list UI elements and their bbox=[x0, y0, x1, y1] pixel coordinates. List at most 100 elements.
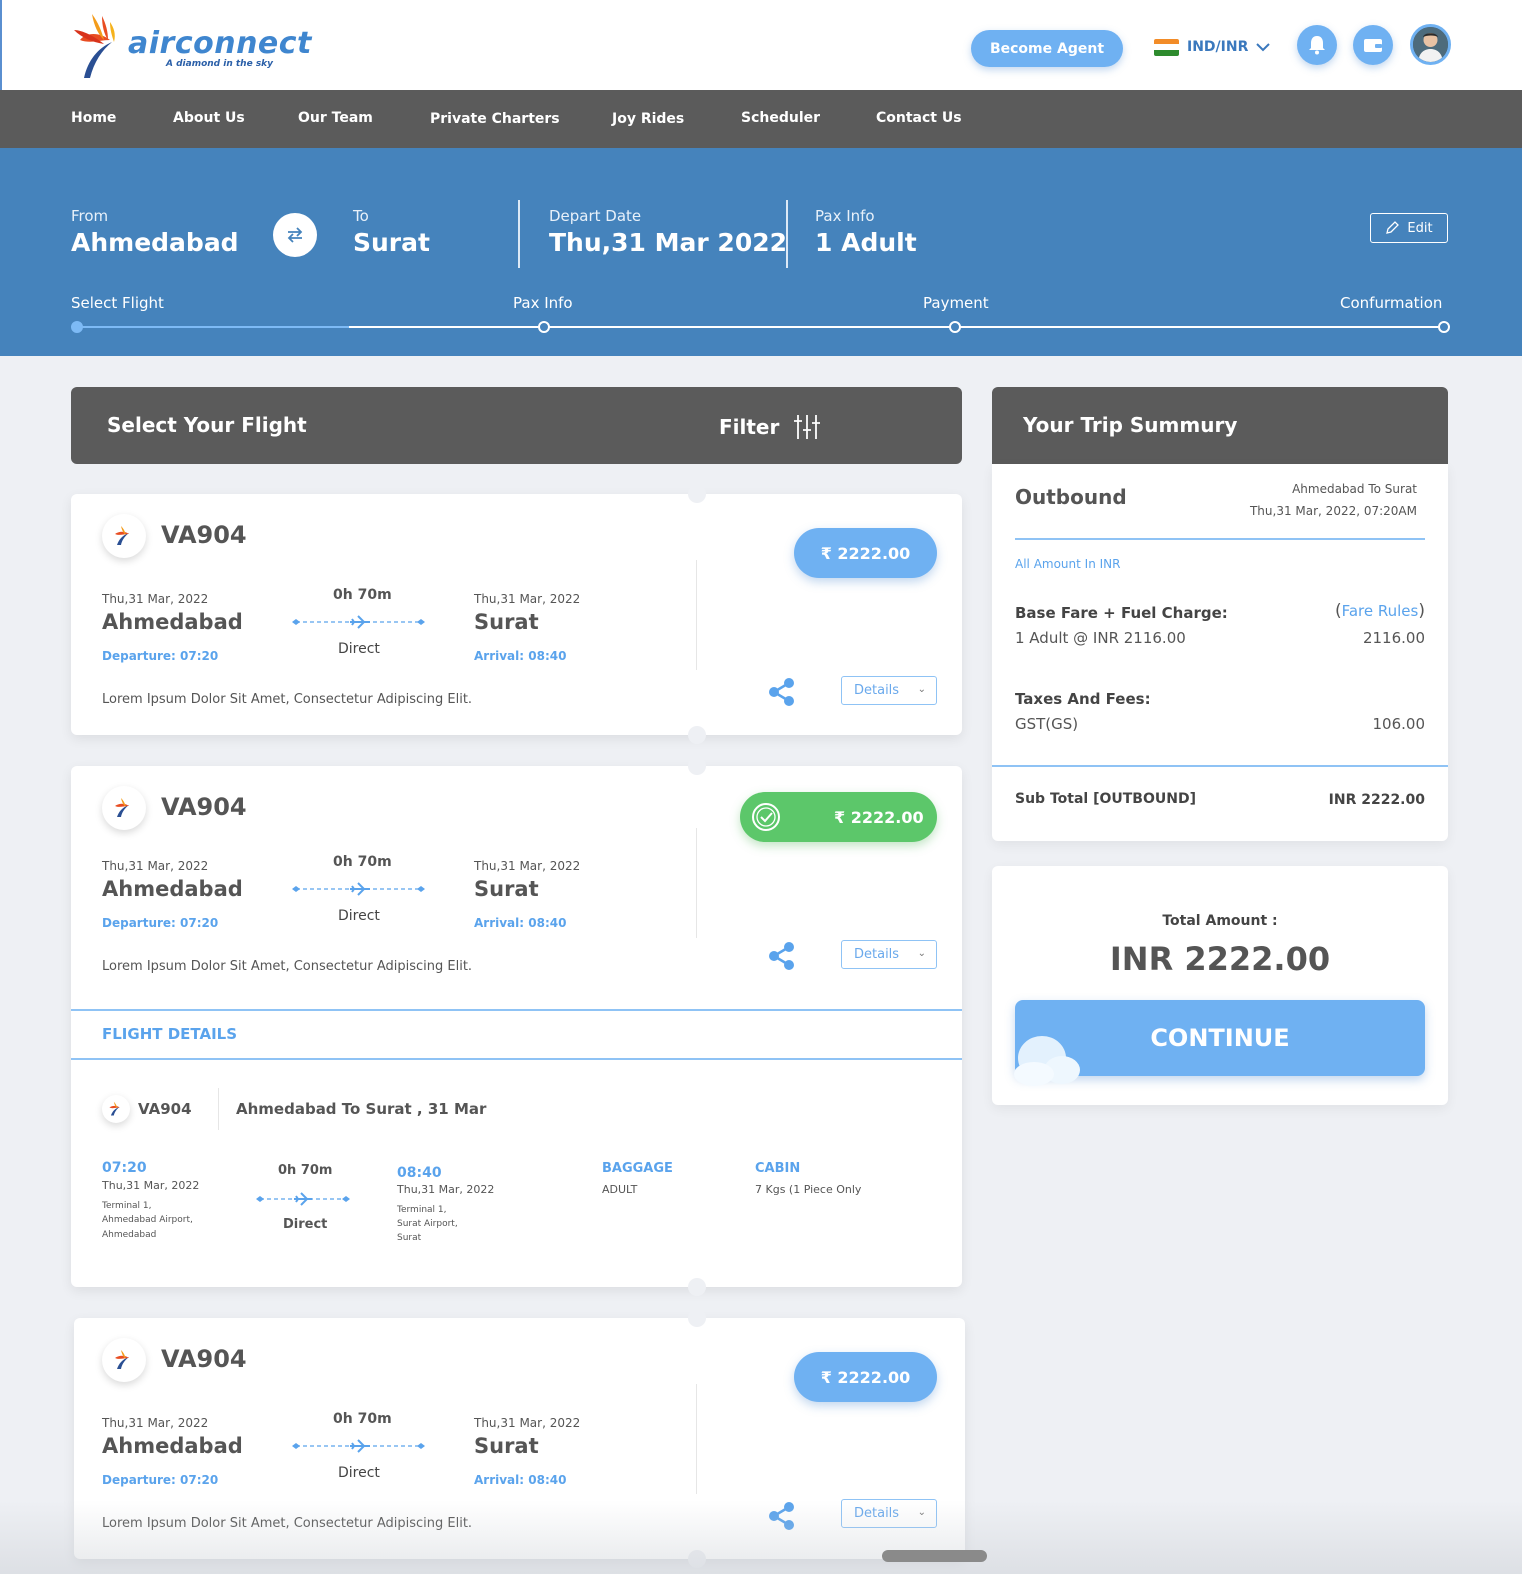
detail-arrival-date: Thu,31 Mar, 2022 bbox=[397, 1183, 495, 1196]
base-fare-label: Base Fare + Fuel Charge: bbox=[1015, 604, 1228, 622]
swap-arrows-icon bbox=[287, 227, 303, 243]
flight-duration: 0h 70m bbox=[333, 1411, 392, 1427]
divider bbox=[71, 1058, 962, 1060]
depart-date-value: Thu,31 Mar 2022 bbox=[549, 228, 788, 257]
price-button[interactable]: ₹ 2222.00 bbox=[794, 528, 937, 578]
flight-card[interactable]: VA904 Thu,31 Mar, 2022 Ahmedabad Departu… bbox=[71, 485, 962, 744]
cloud-icon bbox=[1014, 1036, 1080, 1086]
depart-date-label: Depart Date bbox=[549, 207, 642, 225]
detail-departure-city: Ahmedabad bbox=[102, 1230, 157, 1240]
detail-duration: 0h 70m bbox=[278, 1163, 333, 1178]
horizontal-scrollbar[interactable] bbox=[882, 1550, 987, 1562]
bell-icon bbox=[1309, 36, 1325, 55]
flight-stops: Direct bbox=[338, 1465, 380, 1481]
card-notch bbox=[688, 726, 706, 744]
wallet-icon bbox=[1364, 39, 1382, 52]
card-notch bbox=[688, 485, 706, 503]
price-button-selected[interactable]: ₹ 2222.00 bbox=[740, 792, 937, 842]
progress-track-filled bbox=[77, 326, 349, 328]
nav-our-team[interactable]: Our Team bbox=[298, 110, 373, 126]
arrival-time: Arrival: 08:40 bbox=[474, 1473, 567, 1487]
card-notch bbox=[688, 1278, 706, 1296]
flight-details-title: FLIGHT DETAILS bbox=[102, 1025, 238, 1043]
total-amount-panel: Total Amount : INR 2222.00 CONTINUE bbox=[992, 866, 1448, 1105]
details-dropdown[interactable]: Details ⌄ bbox=[841, 940, 937, 969]
select-flight-title: Select Your Flight bbox=[107, 413, 307, 437]
card-divider bbox=[696, 560, 697, 670]
sliders-icon bbox=[794, 415, 821, 439]
nav-contact-us[interactable]: Contact Us bbox=[876, 110, 962, 126]
arrival-date: Thu,31 Mar, 2022 bbox=[474, 592, 581, 606]
flight-duration: 0h 70m bbox=[333, 587, 392, 603]
trip-summary-header: Your Trip Summury bbox=[992, 387, 1448, 464]
share-icon[interactable] bbox=[768, 1501, 796, 1531]
detail-stops: Direct bbox=[283, 1217, 328, 1232]
nav-scheduler[interactable]: Scheduler bbox=[741, 110, 820, 126]
details-label: Details bbox=[854, 947, 900, 962]
user-avatar[interactable] bbox=[1410, 24, 1451, 65]
trip-summary-title: Your Trip Summury bbox=[1023, 413, 1238, 437]
nav-about-us[interactable]: About Us bbox=[173, 110, 245, 126]
detail-departure-date: Thu,31 Mar, 2022 bbox=[102, 1179, 200, 1192]
route-plane-icon bbox=[256, 1192, 350, 1206]
flight-number: VA904 bbox=[161, 1345, 247, 1373]
to-label: To bbox=[353, 207, 369, 225]
nav-joy-rides[interactable]: Joy Rides bbox=[612, 111, 684, 127]
bird-of-paradise-icon bbox=[74, 14, 115, 78]
price-button[interactable]: ₹ 2222.00 bbox=[794, 1352, 937, 1402]
nav-private-charters[interactable]: Private Charters bbox=[430, 111, 560, 127]
details-dropdown[interactable]: Details ⌄ bbox=[841, 1499, 937, 1528]
airline-logo-icon bbox=[102, 1338, 146, 1382]
flight-description: Lorem Ipsum Dolor Sit Amet, Consectetur … bbox=[102, 1516, 473, 1531]
detail-arrival-terminal: Terminal 1, bbox=[397, 1205, 447, 1215]
edit-label: Edit bbox=[1407, 220, 1433, 236]
currency-note: All Amount In INR bbox=[1015, 557, 1121, 571]
share-icon[interactable] bbox=[768, 941, 796, 971]
departure-time: Departure: 07:20 bbox=[102, 916, 219, 930]
card-notch bbox=[688, 757, 706, 775]
nav-home[interactable]: Home bbox=[71, 110, 116, 126]
detail-departure-time: 07:20 bbox=[102, 1160, 147, 1176]
departure-city: Ahmedabad bbox=[102, 610, 243, 634]
detail-arrival-city: Surat bbox=[397, 1233, 422, 1243]
summary-route: Ahmedabad To Surat bbox=[1292, 482, 1417, 496]
search-summary-band: From Ahmedabad To Surat Depart Date Thu,… bbox=[0, 148, 1522, 356]
wallet-button[interactable] bbox=[1353, 25, 1393, 65]
flight-stops: Direct bbox=[338, 908, 380, 924]
baggage-value: ADULT bbox=[602, 1183, 638, 1196]
price-label: ₹ 2222.00 bbox=[834, 807, 924, 827]
edit-search-button[interactable]: Edit bbox=[1370, 213, 1448, 243]
flight-card-selected[interactable]: VA904 Thu,31 Mar, 2022 Ahmedabad Departu… bbox=[71, 757, 962, 1296]
arrival-city: Surat bbox=[474, 610, 539, 634]
arrival-time: Arrival: 08:40 bbox=[474, 649, 567, 663]
airline-logo-icon bbox=[102, 514, 146, 558]
filter-label: Filter bbox=[719, 415, 780, 439]
swap-button[interactable] bbox=[273, 213, 317, 257]
fare-rules-link[interactable]: (Fare Rules) bbox=[1335, 601, 1425, 621]
airconnect-logo[interactable]: airconnect A diamond in the sky bbox=[72, 10, 311, 80]
detail-flight-number: VA904 bbox=[138, 1100, 192, 1118]
share-icon[interactable] bbox=[768, 677, 796, 707]
airline-logo-icon bbox=[102, 786, 146, 830]
locale-label: IND/INR bbox=[1187, 39, 1249, 55]
arrival-time: Arrival: 08:40 bbox=[474, 916, 567, 930]
step-payment: Payment bbox=[923, 294, 989, 312]
notifications-button[interactable] bbox=[1297, 25, 1337, 65]
divider bbox=[71, 1009, 962, 1011]
chevron-down-icon: ⌄ bbox=[917, 684, 926, 695]
fare-rules-label: Fare Rules bbox=[1341, 602, 1419, 620]
become-agent-button[interactable]: Become Agent bbox=[971, 30, 1123, 67]
progress-dot-payment bbox=[949, 321, 961, 333]
total-label: Total Amount : bbox=[1162, 913, 1278, 929]
locale-selector[interactable]: IND/INR bbox=[1154, 35, 1271, 59]
taxes-label: Taxes And Fees: bbox=[1015, 690, 1151, 708]
details-dropdown[interactable]: Details ⌄ bbox=[841, 676, 937, 705]
baggage-label: BAGGAGE bbox=[602, 1161, 673, 1176]
detail-departure-terminal: Terminal 1, bbox=[102, 1201, 152, 1211]
base-fare-detail: 1 Adult @ INR 2116.00 bbox=[1015, 629, 1186, 647]
filter-button[interactable]: Filter bbox=[719, 413, 821, 441]
flight-card[interactable]: VA904 Thu,31 Mar, 2022 Ahmedabad Departu… bbox=[74, 1309, 965, 1568]
progress-dot-pax-info bbox=[538, 321, 550, 333]
pax-info-label: Pax Info bbox=[815, 207, 875, 225]
check-circle-icon bbox=[752, 803, 780, 831]
